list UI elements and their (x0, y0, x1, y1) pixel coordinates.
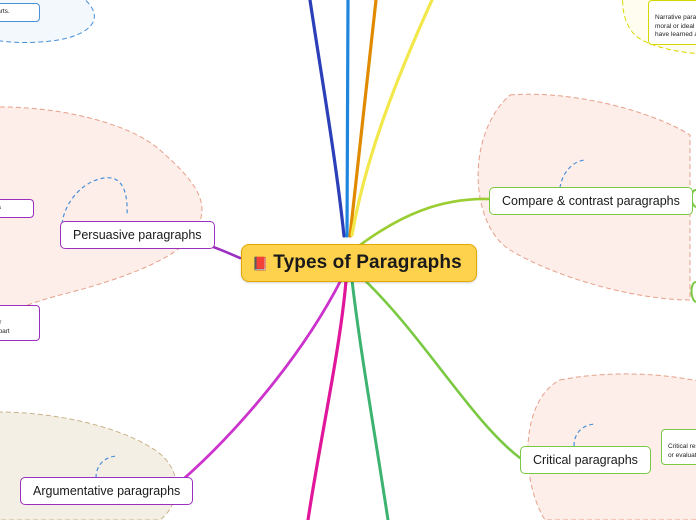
edge-dark-blue-up (308, 0, 346, 238)
leaf-text: cepta (0, 204, 1, 211)
leaf-node-top-left[interactable]: ain parts. (0, 3, 40, 22)
edge-green-down (350, 278, 390, 520)
branch-label: Critical paragraphs (533, 453, 638, 467)
branch-argumentative-paragraphs[interactable]: Argumentative paragraphs (20, 477, 194, 505)
branch-compare-contrast-paragraphs[interactable]: Compare & contrast paragraphs (489, 187, 693, 215)
edge-green-right-bottom (354, 270, 522, 460)
central-topic[interactable]: 📕 Types of Paragraphs (241, 244, 477, 282)
branch-label: Compare & contrast paragraphs (502, 194, 680, 208)
central-topic-label: Types of Paragraphs (273, 252, 462, 273)
edge-magenta-down (306, 279, 348, 520)
leaf-text: Narrative para moral or ideal s have lea… (655, 13, 696, 39)
leaf-node-top-right[interactable]: Narrative para moral or ideal s have lea… (648, 0, 696, 46)
edge-orange-up (348, 0, 378, 238)
leaf-text: ent, or ts as part (0, 319, 10, 335)
branch-persuasive-paragraphs[interactable]: Persuasive paragraphs (60, 221, 215, 249)
book-emoji: 📕 (252, 255, 269, 271)
leaf-text: ain parts. (0, 8, 10, 15)
stub-right-mid (690, 281, 696, 303)
branch-label: Persuasive paragraphs (73, 228, 202, 242)
edge-blue-up (345, 0, 350, 238)
mindmap-canvas[interactable]: 📕 Types of Paragraphs Persuasive paragra… (0, 0, 696, 520)
branch-label: Argumentative paragraphs (33, 484, 181, 498)
branch-critical-paragraphs[interactable]: Critical paragraphs (520, 446, 651, 474)
leaf-node-bottom-right[interactable]: Critical res or evaluat (661, 429, 696, 466)
edge-green-right-top (354, 197, 491, 250)
leaf-node-left-lower[interactable]: ent, or ts as part (0, 305, 40, 342)
edge-purple-down-left (170, 278, 343, 491)
leaf-text: Critical res or evaluat (668, 442, 696, 459)
leaf-node-left-upper[interactable]: cepta (0, 199, 34, 218)
